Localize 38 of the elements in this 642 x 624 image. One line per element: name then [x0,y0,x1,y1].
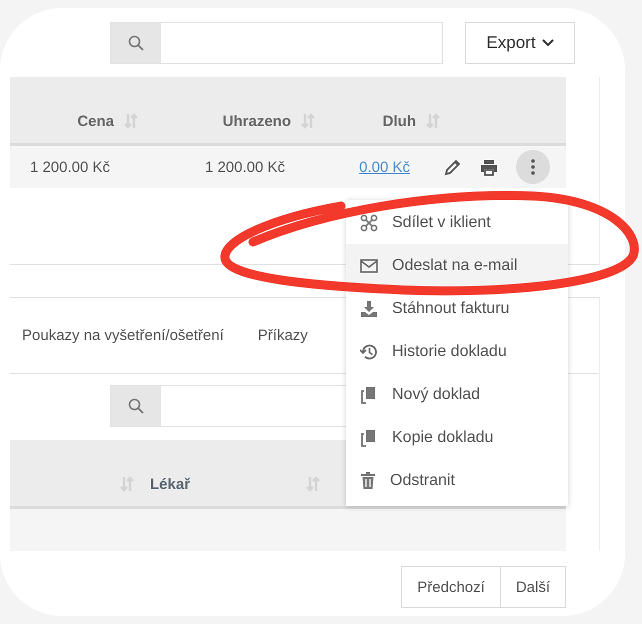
documents-icon [360,428,378,446]
menu-item[interactable]: Kopie dokladu [346,416,568,459]
chevron-down-icon [542,39,554,47]
sort-icon[interactable] [120,476,134,492]
search-field[interactable] [110,22,443,64]
column-header: Lékař [150,476,192,492]
documents-icon [360,386,378,404]
column-header: Uhrazeno [222,112,291,130]
share-icon [360,214,378,232]
export-button[interactable]: Export [465,22,575,64]
history-icon [360,342,378,360]
menu-item[interactable]: Historie dokladu [346,330,568,373]
column-header: Dluh [382,112,416,130]
trash-icon [360,472,376,490]
pagination-button[interactable]: Předchozí [401,566,501,608]
column-header: Cena [77,112,114,130]
menu-item[interactable]: Sdílet v iklient [346,201,568,244]
printer-icon[interactable] [480,158,498,176]
envelope-icon [360,258,378,272]
kebab-icon [531,159,535,175]
menu-item[interactable]: Stáhnout fakturu [346,287,568,330]
menu-item[interactable]: Odstranit [346,459,568,502]
table-cell: 1 200.00 Kč [30,158,110,176]
sort-icon[interactable] [426,113,440,129]
download-icon [360,300,378,318]
pagination-button[interactable]: Další [500,566,566,608]
pencil-icon[interactable] [444,158,462,176]
table-cell: 1 200.00 Kč [204,158,285,176]
sort-icon[interactable] [124,113,138,129]
sort-icon[interactable] [301,113,315,129]
menu-item[interactable]: Nový doklad [346,373,568,416]
tab[interactable]: Příkazy [258,327,308,344]
search-icon [128,398,144,414]
tab[interactable]: Poukazy na vyšetření/ošetření [22,327,224,344]
more-button[interactable] [516,150,550,184]
sort-icon[interactable] [306,476,320,492]
menu-item[interactable]: Odeslat na e-mail [346,244,568,287]
search-icon [128,35,144,51]
